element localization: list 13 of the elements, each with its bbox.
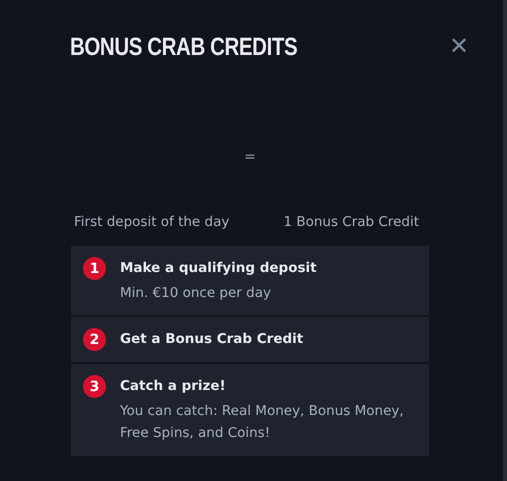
step-number-badge: 3 (83, 375, 106, 398)
condition-label: First deposit of the day (74, 214, 230, 230)
step-detail: Min. €10 once per day (120, 284, 272, 303)
close-button[interactable]: ✕ (449, 35, 469, 59)
equals-sign: = (243, 149, 257, 165)
step-title: Make a qualifying deposit (120, 259, 317, 278)
reward-label: 1 Bonus Crab Credit (283, 214, 419, 230)
step-title: Get a Bonus Crab Credit (120, 330, 304, 349)
step-number-badge: 2 (83, 328, 106, 351)
step-title: Catch a prize! (120, 377, 227, 396)
step-number-badge: 1 (83, 257, 106, 280)
modal-title: BONUS CRAB CREDITS (70, 32, 298, 62)
step-detail: You can catch: Real Money, Bonus Money, Free Spins, and Coins! (120, 402, 405, 443)
